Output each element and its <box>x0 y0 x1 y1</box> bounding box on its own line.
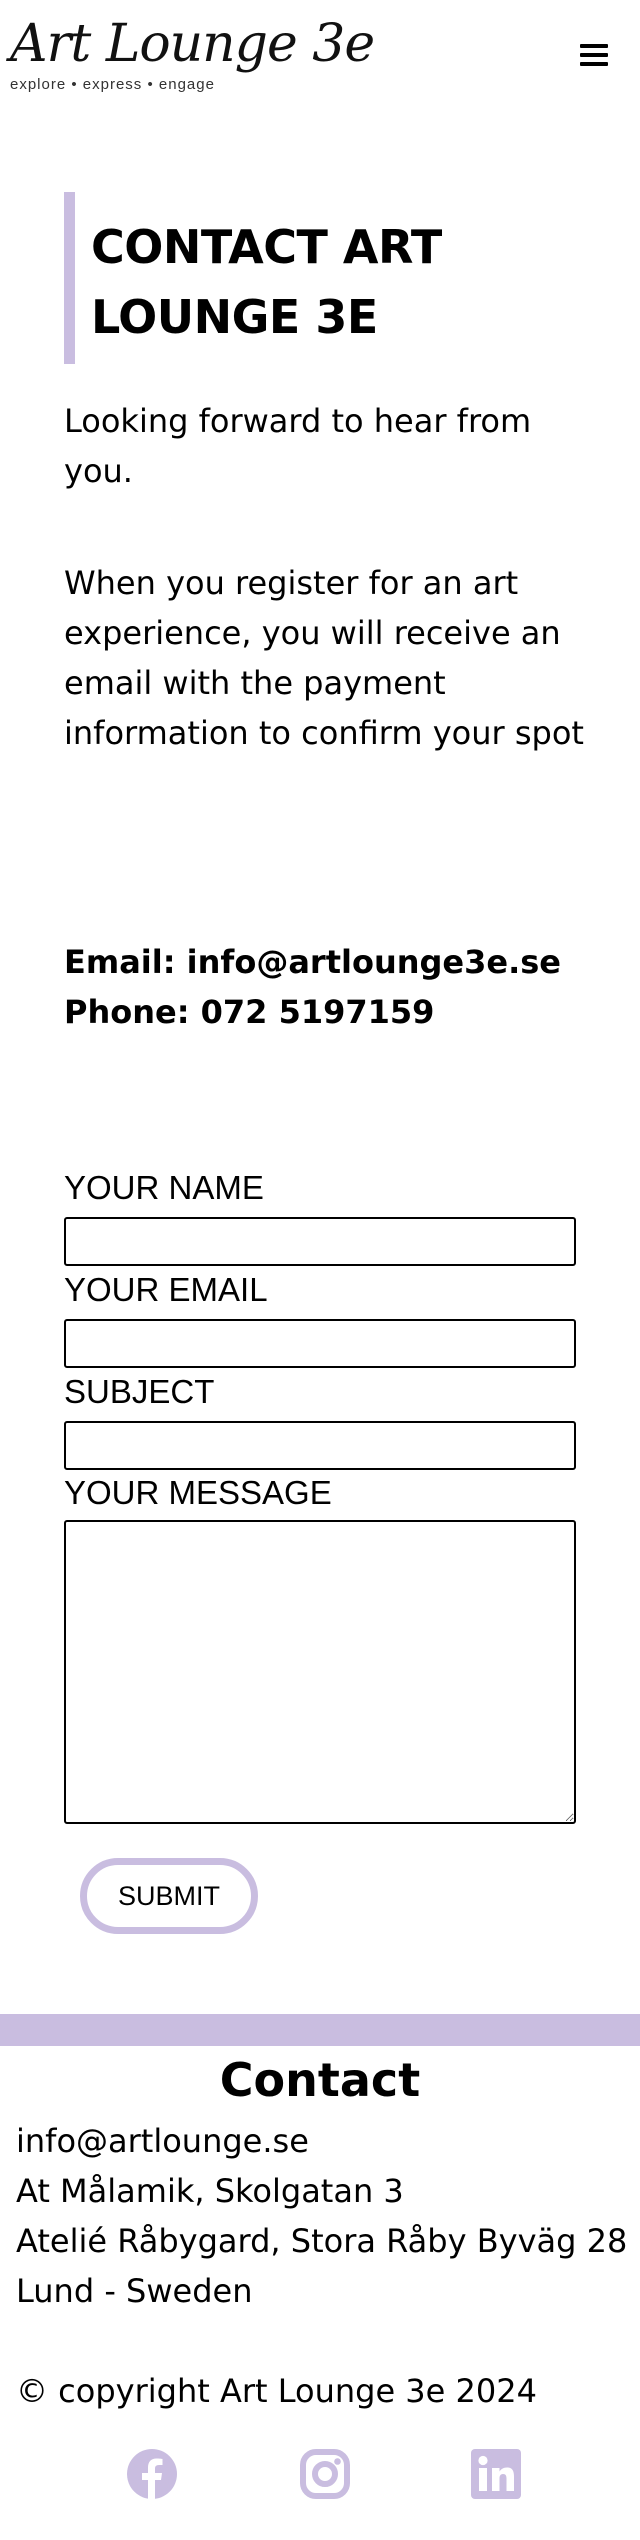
email-input[interactable] <box>64 1319 576 1368</box>
footer-address: info@artlounge.se At Målamik, Skolgatan … <box>16 2116 628 2316</box>
footer-title: Contact <box>219 2053 421 2107</box>
page-title-block: CONTACT ART LOUNGE 3E <box>64 192 504 364</box>
contact-email: Email: info@artlounge3e.se <box>64 943 561 981</box>
footer-email[interactable]: info@artlounge.se <box>16 2116 626 2166</box>
subject-label: SUBJECT <box>64 1373 215 1410</box>
message-textarea[interactable] <box>64 1520 576 1824</box>
name-input[interactable] <box>64 1217 576 1266</box>
instagram-icon[interactable] <box>299 2448 351 2500</box>
logo-tagline: explore • express • engage <box>10 76 215 93</box>
name-label: YOUR NAME <box>64 1169 264 1206</box>
payment-note: When you register for an art experience,… <box>64 564 584 752</box>
footer-address-line-3: Lund - Sweden <box>16 2272 253 2310</box>
submit-button[interactable]: SUBMIT <box>80 1858 258 1934</box>
site-logo[interactable]: Art Lounge 3e explore • express • engage <box>10 10 375 105</box>
hamburger-menu-icon[interactable] <box>580 42 610 66</box>
contact-phone: Phone: 072 5197159 <box>64 993 435 1031</box>
linkedin-icon[interactable] <box>470 2448 522 2500</box>
contact-details: Email: info@artlounge3e.se Phone: 072 51… <box>64 937 624 1037</box>
copyright-text: © copyright Art Lounge 3e 2024 <box>16 2372 537 2410</box>
facebook-icon[interactable] <box>126 2448 178 2500</box>
subject-input[interactable] <box>64 1421 576 1470</box>
page-title: CONTACT ART LOUNGE 3E <box>91 220 442 344</box>
logo-wordmark: Art Lounge 3e <box>10 14 375 74</box>
site-header: Art Lounge 3e explore • express • engage <box>0 0 640 120</box>
footer-divider <box>0 2014 640 2046</box>
email-label: YOUR EMAIL <box>64 1271 268 1308</box>
footer-address-line-2: Atelié Råbygard, Stora Råby Byväg 28 <box>16 2222 628 2260</box>
message-label: YOUR MESSAGE <box>64 1474 332 1511</box>
intro-text: Looking forward to hear from you. <box>64 402 532 490</box>
footer-address-line-1: At Målamik, Skolgatan 3 <box>16 2172 404 2210</box>
